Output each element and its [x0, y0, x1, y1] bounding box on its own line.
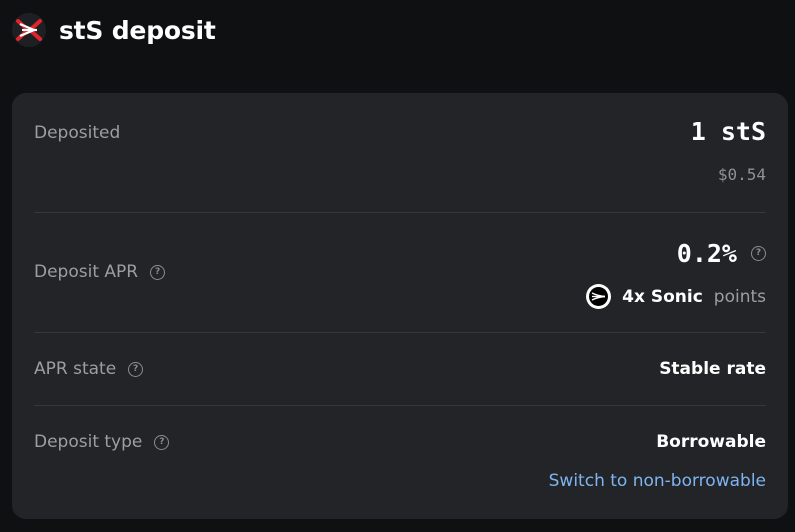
- deposit-apr-value-group: 0.2% ?: [677, 239, 766, 268]
- deposit-type-value: Borrowable: [656, 432, 766, 452]
- deposited-usd-value: $0.54: [717, 165, 766, 184]
- deposited-label: Deposited: [34, 123, 120, 143]
- deposited-amount: 1 stS: [690, 117, 766, 146]
- sonic-logo-icon: [586, 284, 612, 309]
- help-circle-icon[interactable]: ?: [128, 361, 144, 377]
- sts-token-logo-icon: [12, 13, 46, 47]
- apr-state-label-text: APR state: [34, 359, 117, 379]
- deposited-label-text: Deposited: [34, 123, 121, 143]
- apr-state-row: APR state ? Stable rate: [34, 333, 766, 405]
- deposit-apr-label: Deposit APR ?: [34, 262, 166, 282]
- points-multiplier: 4x Sonic: [622, 286, 703, 307]
- page-title: stS deposit: [59, 15, 216, 45]
- help-circle-icon[interactable]: ?: [154, 434, 170, 450]
- deposit-type-row: Deposit type ? Borrowable Switch to non-…: [34, 406, 766, 519]
- points-info: 4x Sonic points: [586, 284, 766, 309]
- deposit-type-label: Deposit type ?: [34, 432, 170, 452]
- apr-state-label: APR state ?: [34, 359, 144, 379]
- deposit-details-card: Deposited 1 stS $0.54 Deposit APR ? 0.2%…: [12, 93, 788, 519]
- help-circle-icon[interactable]: ?: [150, 264, 166, 280]
- switch-to-non-borrowable-link[interactable]: Switch to non-borrowable: [549, 471, 766, 491]
- deposit-apr-value: 0.2%: [676, 239, 737, 268]
- page-header: stS deposit: [12, 12, 216, 48]
- deposit-apr-row: Deposit APR ? 0.2% ? 4x Sonic points: [34, 213, 766, 332]
- deposit-apr-label-text: Deposit APR: [34, 262, 139, 282]
- help-circle-icon[interactable]: ?: [751, 246, 766, 261]
- apr-state-value: Stable rate: [659, 359, 766, 379]
- deposited-row: Deposited 1 stS $0.54: [34, 93, 766, 212]
- points-label: points: [713, 286, 766, 307]
- deposit-type-label-text: Deposit type: [34, 432, 143, 452]
